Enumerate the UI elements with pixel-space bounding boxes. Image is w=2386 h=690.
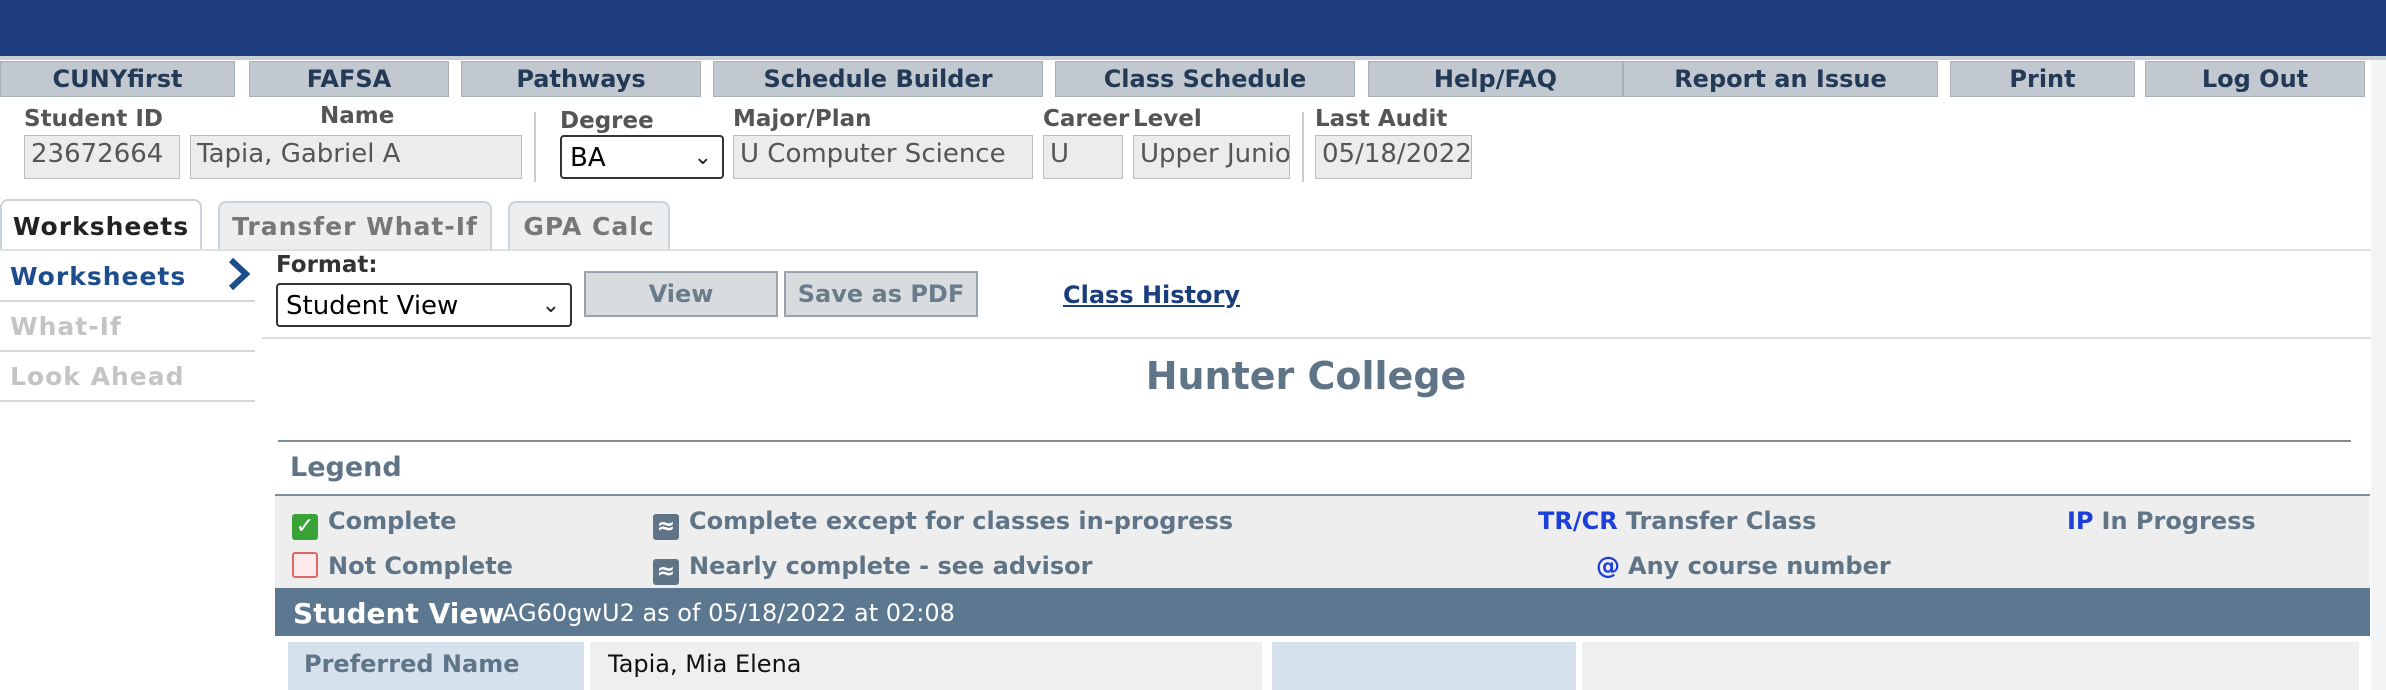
- chevron-right-icon: [228, 257, 251, 291]
- nav-schedule-builder[interactable]: Schedule Builder: [713, 61, 1043, 97]
- degree-value: BA: [570, 143, 606, 173]
- student-view-info: AG60gwU2 as of 05/18/2022 at 02:08: [502, 599, 955, 627]
- chevron-down-icon: ⌄: [693, 145, 712, 170]
- nav-print[interactable]: Print: [1950, 61, 2135, 97]
- level-label: Level: [1133, 106, 1202, 132]
- class-history-link[interactable]: Class History: [1063, 281, 1240, 309]
- audit-label: Last Audit: [1315, 106, 1448, 132]
- format-select[interactable]: Student View ⌄: [276, 283, 572, 327]
- student-view-header: Student View AG60gwU2 as of 05/18/2022 a…: [275, 588, 2370, 636]
- nav-cunyfirst[interactable]: CUNYfirst: [0, 61, 235, 97]
- name-field: Tapia, Gabriel A: [190, 135, 522, 179]
- table-cell: [1582, 642, 2359, 690]
- chevron-down-icon: ⌄: [541, 293, 560, 318]
- header-separator: [1302, 112, 1304, 182]
- degree-select[interactable]: BA ⌄: [560, 135, 724, 179]
- approx-icon: ≈: [653, 514, 679, 540]
- student-id-label: Student ID: [24, 106, 164, 132]
- legend-inprogress-label: Complete except for classes in-progress: [689, 507, 1234, 535]
- nav-class-schedule[interactable]: Class Schedule: [1055, 61, 1355, 97]
- tab-transfer-what-if[interactable]: Transfer What-If: [218, 201, 492, 249]
- legend-nearly: ≈ Nearly complete - see advisor: [653, 552, 1093, 585]
- student-view-title: Student View: [293, 597, 505, 630]
- legend-ip-code: IP: [2067, 507, 2094, 535]
- legend-any-code: @: [1596, 552, 1620, 580]
- legend-in-progress: IP In Progress: [2067, 507, 2256, 535]
- menu-look-ahead[interactable]: Look Ahead: [0, 352, 255, 402]
- career-label: Career: [1043, 106, 1130, 132]
- legend-not-complete-label: Not Complete: [328, 552, 513, 580]
- college-title: Hunter College: [1145, 354, 1467, 398]
- audit-field: 05/18/2022: [1315, 135, 1472, 179]
- legend-trcr-code: TR/CR: [1538, 507, 1618, 535]
- major-field: U Computer Science: [733, 135, 1033, 179]
- menu-worksheets[interactable]: Worksheets: [0, 252, 255, 302]
- tab-worksheets[interactable]: Worksheets: [0, 199, 202, 251]
- degree-label: Degree: [560, 108, 654, 134]
- tab-gpa-calc[interactable]: GPA Calc: [508, 201, 670, 249]
- career-field: U: [1043, 135, 1123, 179]
- approx-icon: ≈: [653, 559, 679, 585]
- legend-transfer: TR/CR Transfer Class: [1538, 507, 1816, 535]
- view-button[interactable]: View: [584, 271, 778, 317]
- legend-any-course: @ Any course number: [1596, 552, 1891, 580]
- legend-nearly-label: Nearly complete - see advisor: [689, 552, 1093, 580]
- save-pdf-button[interactable]: Save as PDF: [784, 271, 978, 317]
- nav-fafsa[interactable]: FAFSA: [249, 61, 449, 97]
- right-margin: [2371, 60, 2386, 690]
- banner-divider: [0, 56, 2386, 60]
- nav-help-faq[interactable]: Help/FAQ: [1368, 61, 1623, 97]
- legend-complete: ✓ Complete: [292, 507, 457, 540]
- format-label: Format:: [276, 252, 378, 278]
- table-cell: [1272, 642, 1576, 690]
- menu-what-if[interactable]: What-If: [0, 302, 255, 352]
- student-id-field: 23672664: [24, 135, 180, 179]
- tab-divider: [0, 249, 2386, 251]
- legend-title: Legend: [290, 452, 402, 483]
- empty-box-icon: [292, 552, 318, 578]
- format-divider: [262, 337, 2372, 339]
- legend-complete-label: Complete: [328, 507, 457, 535]
- level-field: Upper Junior: [1133, 135, 1290, 179]
- major-label: Major/Plan: [733, 106, 872, 132]
- check-icon: ✓: [292, 514, 318, 540]
- header-separator: [534, 112, 536, 182]
- legend-top-rule: [278, 440, 2351, 442]
- format-value: Student View: [286, 291, 459, 321]
- nav-report-issue[interactable]: Report an Issue: [1623, 61, 1938, 97]
- legend-panel: [275, 494, 2370, 588]
- name-label: Name: [320, 103, 395, 129]
- preferred-name-value: Tapia, Mia Elena: [590, 642, 1262, 690]
- nav-pathways[interactable]: Pathways: [461, 61, 701, 97]
- nav-log-out[interactable]: Log Out: [2145, 61, 2365, 97]
- legend-ip-label: In Progress: [2101, 507, 2256, 535]
- legend-inprogress: ≈ Complete except for classes in-progress: [653, 507, 1233, 540]
- legend-not-complete: Not Complete: [292, 552, 513, 580]
- preferred-name-label: Preferred Name: [288, 642, 584, 690]
- top-banner: [0, 0, 2386, 56]
- legend-any-label: Any course number: [1628, 552, 1891, 580]
- legend-trcr-label: Transfer Class: [1625, 507, 1817, 535]
